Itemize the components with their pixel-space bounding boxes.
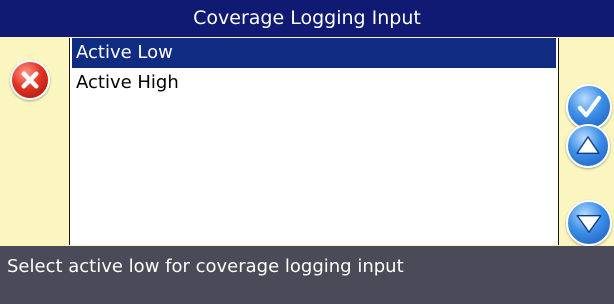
status-message: Select active low for coverage logging i… <box>0 246 614 304</box>
options-list: Active Low Active High <box>69 38 559 245</box>
list-item-active-low[interactable]: Active Low <box>72 38 556 68</box>
scroll-down-button[interactable] <box>566 200 612 246</box>
triangle-up-icon <box>576 136 600 154</box>
list-item-active-high[interactable]: Active High <box>72 68 556 98</box>
scroll-up-button[interactable] <box>566 124 610 168</box>
close-x-icon <box>21 71 39 89</box>
dialog-title: Coverage Logging Input <box>0 0 614 37</box>
checkmark-icon <box>577 95 602 118</box>
cancel-button[interactable] <box>10 60 50 100</box>
triangle-down-icon <box>576 215 602 233</box>
